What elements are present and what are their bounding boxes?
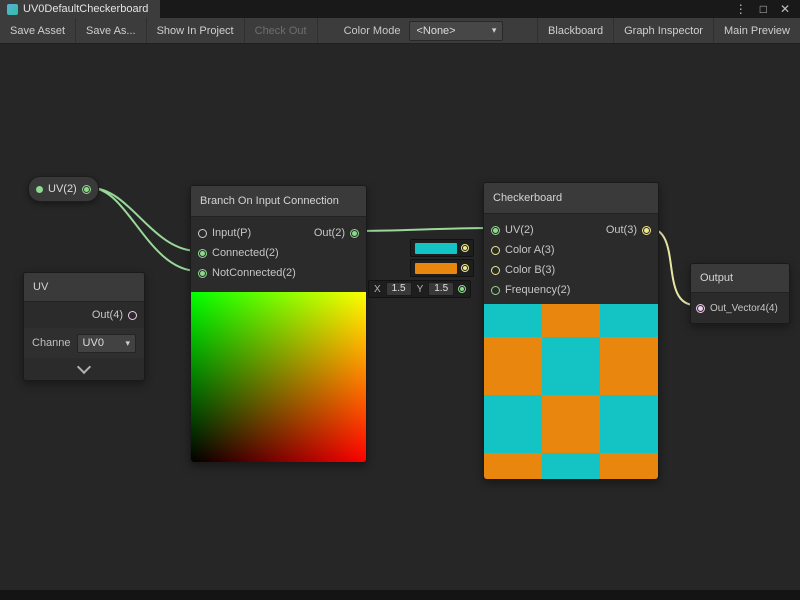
color-a-field[interactable]: [410, 239, 474, 257]
uv-out-port[interactable]: [128, 311, 137, 320]
port-row-uv-out: Out(4): [24, 302, 144, 328]
frequency-x-input[interactable]: 1.5: [386, 282, 412, 296]
property-dot: [36, 186, 43, 193]
frequency-field[interactable]: X 1.5 Y 1.5: [368, 280, 471, 298]
color-a-swatch[interactable]: [415, 243, 457, 254]
edge-uv-to-connected[interactable]: [91, 188, 198, 251]
uv-node[interactable]: UV Out(4) Channe UV0 ▾: [23, 272, 145, 381]
channel-control: Channe UV0 ▾: [24, 328, 144, 358]
out-vector4-port[interactable]: [696, 304, 705, 313]
color-a-widget-dot[interactable]: [461, 244, 469, 252]
branch-on-input-connection-node[interactable]: Branch On Input Connection Input(P) Conn…: [190, 185, 367, 463]
checkerboard-uv-port[interactable]: [491, 226, 500, 235]
port-row-color-b: Color B(3): [484, 260, 658, 280]
checkerboard-out-port[interactable]: [642, 226, 651, 235]
checkerboard-node[interactable]: Checkerboard UV(2) Color A(3) Color B(3)…: [483, 182, 659, 480]
uv-property-node[interactable]: UV(2): [28, 176, 99, 202]
frequency-y-label: Y: [416, 284, 425, 295]
window-bottom-strip: [0, 590, 800, 600]
show-in-project-button[interactable]: Show In Project: [147, 18, 245, 43]
graph-tab[interactable]: UV0DefaultCheckerboard: [0, 0, 160, 18]
branch-node-preview: [191, 292, 366, 462]
collapse-toggle[interactable]: [24, 358, 144, 380]
port-row-frequency: Frequency(2): [484, 280, 658, 300]
node-title: Checkerboard: [484, 183, 658, 214]
chevron-down-icon: ▾: [125, 338, 130, 349]
port-row-color-a: Color A(3): [484, 240, 658, 260]
color-b-field[interactable]: [410, 259, 474, 277]
input-p-port[interactable]: [198, 229, 207, 238]
node-title: UV: [24, 273, 144, 302]
toolbar: Save Asset Save As... Show In Project Ch…: [0, 18, 800, 44]
port-row-out-vector4: Out_Vector4(4): [691, 293, 789, 323]
toolbar-right-group: Blackboard Graph Inspector Main Preview: [537, 18, 800, 43]
blackboard-button[interactable]: Blackboard: [537, 18, 613, 43]
channel-label: Channe: [32, 337, 71, 349]
kebab-menu-icon[interactable]: ⋮: [735, 0, 747, 18]
close-icon[interactable]: ✕: [780, 0, 790, 18]
graph-inspector-button[interactable]: Graph Inspector: [613, 18, 713, 43]
graph-canvas[interactable]: UV(2) Branch On Input Connection Input(P…: [0, 44, 800, 590]
save-asset-button[interactable]: Save Asset: [0, 18, 76, 43]
port-row-notconnected: NotConnected(2): [191, 263, 366, 283]
frequency-x-label: X: [373, 284, 382, 295]
color-mode-group: Color Mode <None> ▾: [344, 18, 504, 43]
frequency-y-input[interactable]: 1.5: [428, 282, 454, 296]
uv-property-output-port[interactable]: [82, 185, 91, 194]
port-row-checkerboard-out: Out(3): [599, 220, 658, 240]
window-controls: ⋮ □ ✕: [735, 0, 800, 18]
check-out-button: Check Out: [245, 18, 318, 43]
node-title: Branch On Input Connection: [191, 186, 366, 217]
channel-dropdown[interactable]: UV0 ▾: [77, 334, 136, 353]
checkerboard-preview: [484, 304, 658, 479]
output-node[interactable]: Output Out_Vector4(4): [690, 263, 790, 324]
save-as-button[interactable]: Save As...: [76, 18, 147, 43]
chevron-down-icon: [77, 359, 91, 373]
color-b-widget-dot[interactable]: [461, 264, 469, 272]
window-tab-bar: UV0DefaultCheckerboard ⋮ □ ✕: [0, 0, 800, 18]
chevron-down-icon: ▾: [492, 25, 497, 36]
uv-property-label: UV(2): [48, 183, 77, 195]
color-b-swatch[interactable]: [415, 263, 457, 274]
edge-uv-to-notconnected[interactable]: [91, 188, 198, 271]
color-mode-dropdown[interactable]: <None> ▾: [409, 21, 503, 41]
color-a-port[interactable]: [491, 246, 500, 255]
tab-title: UV0DefaultCheckerboard: [23, 3, 148, 15]
branch-out-port[interactable]: [350, 229, 359, 238]
edge-branch-out-to-checkerboard-uv[interactable]: [356, 228, 490, 231]
frequency-widget-dot[interactable]: [458, 285, 466, 293]
connected-port[interactable]: [198, 249, 207, 258]
notconnected-port[interactable]: [198, 269, 207, 278]
frequency-port[interactable]: [491, 286, 500, 295]
channel-value: UV0: [83, 337, 104, 349]
main-preview-button[interactable]: Main Preview: [713, 18, 800, 43]
color-b-port[interactable]: [491, 266, 500, 275]
color-mode-label: Color Mode: [344, 25, 401, 37]
node-title: Output: [691, 264, 789, 293]
color-mode-value: <None>: [416, 25, 455, 37]
port-row-branch-out: Out(2): [307, 223, 366, 243]
maximize-icon[interactable]: □: [760, 0, 767, 18]
shader-graph-window: UV0DefaultCheckerboard ⋮ □ ✕ Save Asset …: [0, 0, 800, 600]
port-row-connected: Connected(2): [191, 243, 366, 263]
shader-graph-icon: [7, 4, 18, 15]
